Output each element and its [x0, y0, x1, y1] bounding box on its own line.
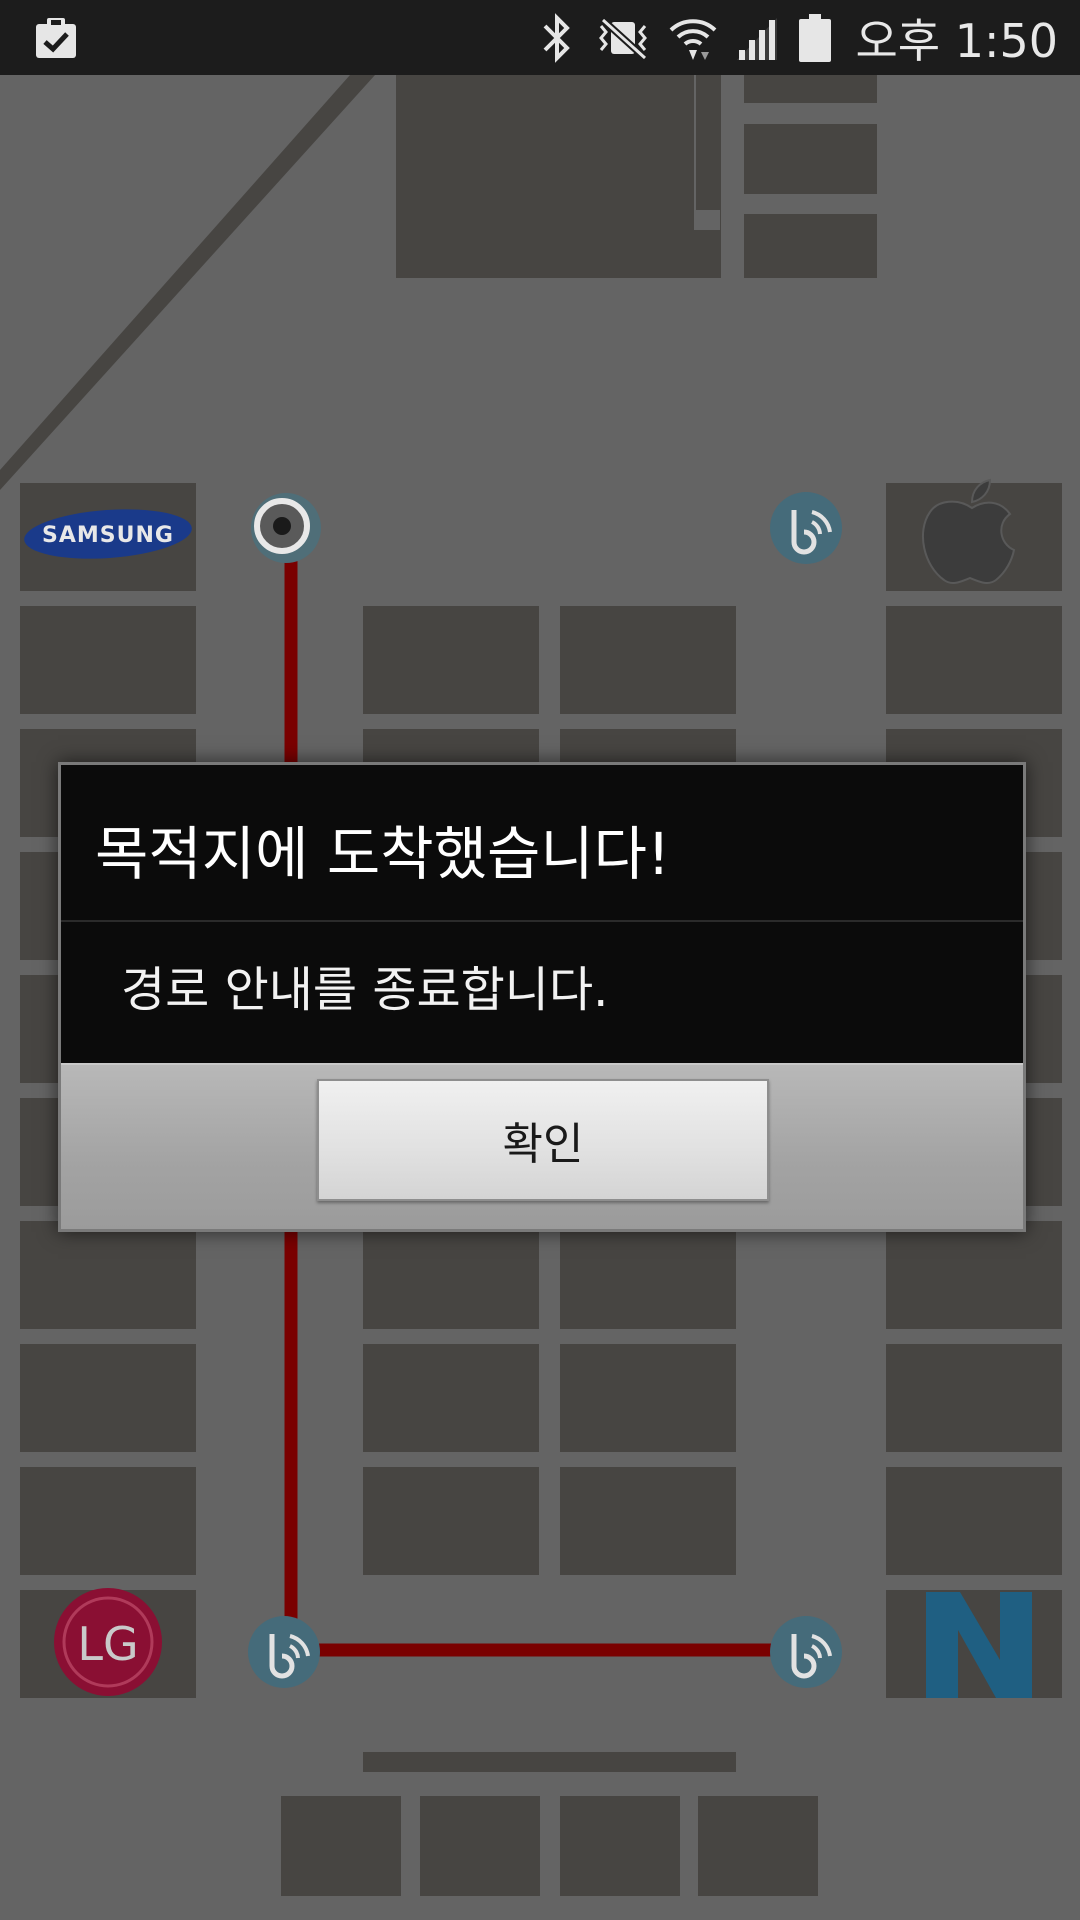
confirm-button[interactable]: 확인 — [317, 1079, 769, 1201]
status-icons: 오후 1:50 — [535, 0, 1058, 75]
signal-icon — [737, 17, 778, 60]
map-block — [744, 75, 877, 103]
map-block — [744, 124, 877, 194]
battery-icon — [799, 13, 832, 62]
clock: 오후 1:50 — [855, 13, 1058, 68]
bluetooth-icon — [544, 12, 571, 63]
beacon-icon — [248, 1616, 320, 1688]
dialog-title: 목적지에 도착했습니다! — [95, 820, 671, 888]
start-marker-icon — [251, 493, 321, 563]
beacon-icon — [770, 1616, 842, 1688]
lg-logo: LG — [54, 1588, 162, 1696]
dialog-message: 경로 안내를 종료합니다. — [121, 962, 609, 1018]
status-bar: 오후 1:50 — [0, 0, 1080, 75]
clipboard-check-icon — [36, 18, 76, 58]
dialog-button-bar: 확인 — [61, 1063, 1023, 1229]
svg-text:SAMSUNG: SAMSUNG — [42, 523, 174, 548]
wifi-icon — [670, 18, 717, 60]
svg-text:LG: LG — [77, 1617, 138, 1671]
arrival-dialog: 목적지에 도착했습니다! 경로 안내를 종료합니다. 확인 — [58, 762, 1026, 1232]
map-block — [396, 75, 721, 278]
vibrate-icon — [599, 16, 648, 61]
beacon-icon — [770, 492, 842, 564]
dialog-divider — [61, 920, 1023, 922]
map-block — [744, 214, 877, 278]
